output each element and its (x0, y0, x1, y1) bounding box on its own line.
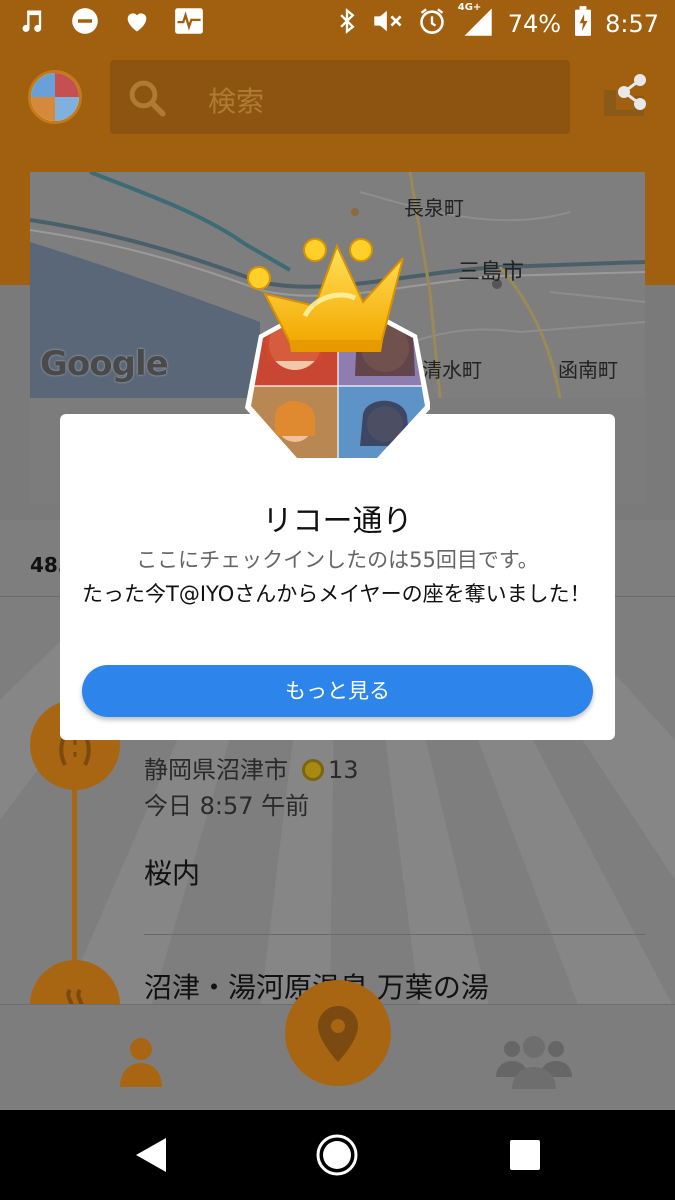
checkin-button[interactable] (285, 980, 391, 1086)
google-logo: Google (40, 344, 169, 384)
divider (144, 934, 645, 935)
search-input[interactable]: 検索 (110, 60, 570, 134)
mute-icon (372, 7, 404, 41)
battery-icon (575, 6, 592, 42)
friends-nav-icon[interactable] (496, 1033, 572, 1089)
battery-percent: 74% (507, 10, 562, 38)
profile-avatar[interactable] (28, 70, 82, 124)
dialog-title: リコー通り (262, 504, 413, 539)
search-icon (126, 77, 168, 119)
map-label: 清水町 (422, 358, 482, 382)
timeline-time: 今日 8:57 午前 (144, 792, 310, 820)
map-label: 長泉町 (404, 196, 464, 220)
search-placeholder: 検索 (208, 85, 265, 118)
see-more-button[interactable]: もっと見る (82, 665, 593, 717)
alarm-icon (418, 7, 446, 41)
dialog-message: たった今T@IYOさんからメイヤーの座を奪いました！ (82, 582, 591, 606)
profile-nav-icon[interactable] (118, 1035, 164, 1087)
location-pin-icon (318, 1006, 358, 1066)
mayor-badge (245, 236, 431, 476)
share-icon[interactable] (600, 72, 650, 118)
clock: 8:57 (605, 10, 659, 38)
map-label: 三島市 (458, 260, 525, 285)
do-not-disturb-icon (70, 6, 100, 36)
dialog-subtitle: ここにチェックインしたのは55回目です。 (136, 548, 539, 572)
system-navigation-bar (0, 1110, 675, 1200)
timeline-location: 静岡県沼津市 13 (144, 756, 359, 784)
coin-icon (302, 759, 324, 781)
music-icon (18, 6, 48, 36)
map-label: 函南町 (558, 358, 618, 382)
home-icon[interactable] (315, 1133, 359, 1181)
bluetooth-icon (336, 7, 358, 41)
signal-icon: 4G+ (458, 2, 494, 42)
status-bar: 4G+ 74% 8:57 (0, 0, 675, 45)
back-icon[interactable] (132, 1136, 168, 1178)
activity-icon (174, 6, 204, 36)
heart-icon (122, 6, 152, 36)
timeline-place[interactable]: 桜内 (144, 852, 200, 892)
recents-icon[interactable] (510, 1140, 540, 1174)
